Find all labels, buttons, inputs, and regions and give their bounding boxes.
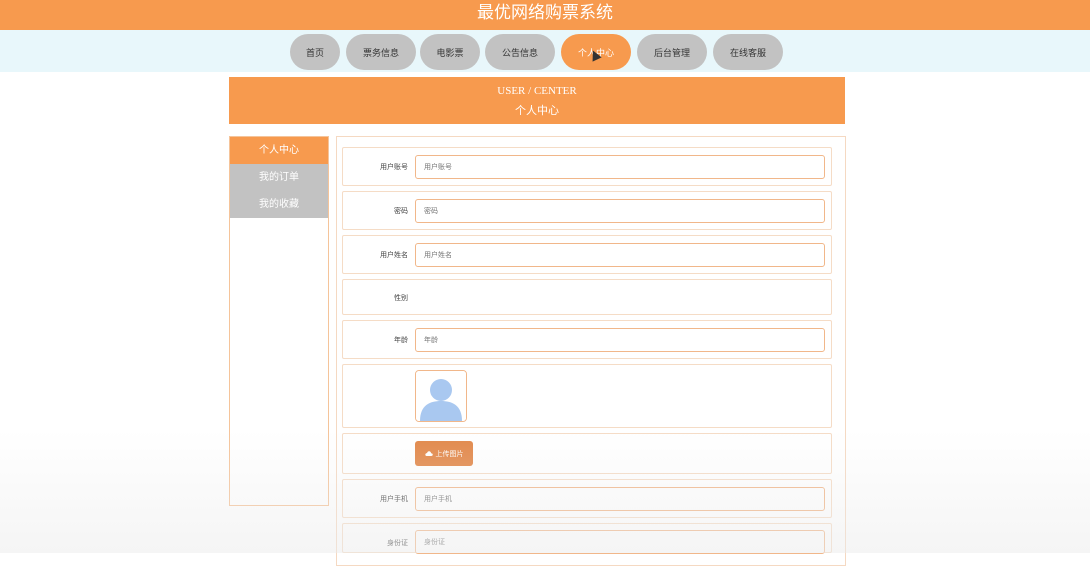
form-row-gender: 性别 xyxy=(342,279,832,315)
sidebar-item-my-favorites[interactable]: 我的收藏 xyxy=(230,191,328,218)
account-label: 用户账号 xyxy=(380,163,408,171)
form-row-age: 年龄 xyxy=(342,320,832,359)
form-row-password: 密码 xyxy=(342,191,832,230)
banner-english-title: USER / CENTER xyxy=(497,85,577,97)
form-row-account: 用户账号 xyxy=(342,147,832,186)
form-row-name: 用户姓名 xyxy=(342,235,832,274)
avatar-image[interactable] xyxy=(415,370,467,422)
name-input[interactable] xyxy=(415,243,825,267)
id-card-label: 身份证 xyxy=(387,539,408,547)
name-label: 用户姓名 xyxy=(380,251,408,259)
nav-home[interactable]: 首页 xyxy=(290,34,340,70)
id-card-input[interactable] xyxy=(415,530,825,554)
user-avatar-icon xyxy=(416,371,466,421)
password-label: 密码 xyxy=(394,207,408,215)
sidebar-item-my-orders[interactable]: 我的订单 xyxy=(230,164,328,191)
phone-label: 用户手机 xyxy=(380,495,408,503)
sidebar-item-personal-center[interactable]: 个人中心 xyxy=(230,137,328,164)
age-input[interactable] xyxy=(415,328,825,352)
form-row-id-card: 身份证 xyxy=(342,523,832,554)
upload-image-button[interactable]: 上传图片 xyxy=(415,441,473,466)
upload-button-label: 上传图片 xyxy=(435,449,464,458)
form-row-phone: 用户手机 xyxy=(342,479,832,518)
password-input[interactable] xyxy=(415,199,825,223)
page-banner: USER / CENTER 个人中心 xyxy=(229,77,845,124)
sidebar: 个人中心 我的订单 我的收藏 xyxy=(229,136,329,506)
nav-ticket-info[interactable]: 票务信息 xyxy=(346,34,416,70)
banner-chinese-title: 个人中心 xyxy=(515,104,559,117)
site-title: 最优网络购票系统 xyxy=(477,3,613,23)
nav-online-service[interactable]: 在线客服 xyxy=(713,34,783,70)
age-label: 年龄 xyxy=(394,336,408,344)
gender-label: 性别 xyxy=(394,294,408,302)
phone-input[interactable] xyxy=(415,487,825,511)
nav-announcement[interactable]: 公告信息 xyxy=(485,34,555,70)
cloud-upload-icon xyxy=(424,451,433,456)
account-input[interactable] xyxy=(415,155,825,179)
nav-movie-ticket[interactable]: 电影票 xyxy=(420,34,480,70)
nav-admin[interactable]: 后台管理 xyxy=(637,34,707,70)
